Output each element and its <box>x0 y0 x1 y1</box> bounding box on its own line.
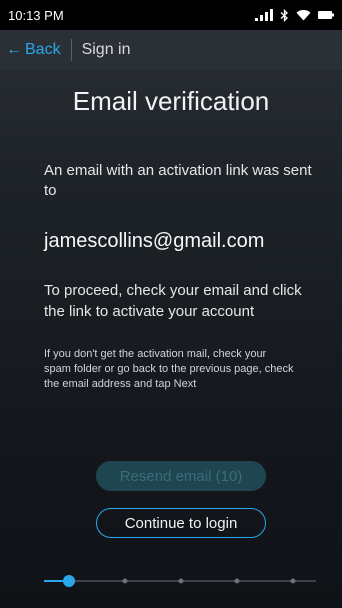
signal-icon <box>255 9 273 21</box>
back-arrow-icon: ← <box>6 41 22 58</box>
progress-step <box>178 578 184 584</box>
battery-icon <box>318 10 334 20</box>
navigation-bar: ← Back Sign in <box>0 30 342 70</box>
progress-step <box>122 578 128 584</box>
status-bar: 10:13 PM <box>0 0 342 30</box>
continue-to-login-button[interactable]: Continue to login <box>96 508 266 538</box>
progress-step <box>290 578 296 584</box>
back-button[interactable]: ← Back <box>6 41 61 59</box>
status-time: 10:13 PM <box>8 7 64 23</box>
nav-title: Sign in <box>81 41 131 58</box>
bluetooth-icon <box>280 8 289 22</box>
wifi-icon <box>296 9 311 21</box>
email-verification-screen: 10:13 PM ← Back Sign in Email verificati… <box>0 0 342 608</box>
proceed-instructions: To proceed, check your email and click t… <box>44 282 302 320</box>
progress-step <box>234 578 240 584</box>
status-icons <box>255 8 334 22</box>
progress-step-current <box>63 575 75 587</box>
nav-divider <box>70 39 72 61</box>
help-instructions: If you don't get the activation mail, ch… <box>44 348 294 390</box>
progress-stepper-graphic <box>44 575 316 587</box>
email-address: jamescollins@gmail.com <box>44 230 265 252</box>
page-title: Email verification <box>72 86 270 116</box>
resend-email-button[interactable]: Resend email (10) <box>96 461 266 491</box>
back-label: Back <box>25 41 61 58</box>
progress-stepper <box>0 568 342 596</box>
sent-message: An email with an activation link was sen… <box>44 162 312 199</box>
